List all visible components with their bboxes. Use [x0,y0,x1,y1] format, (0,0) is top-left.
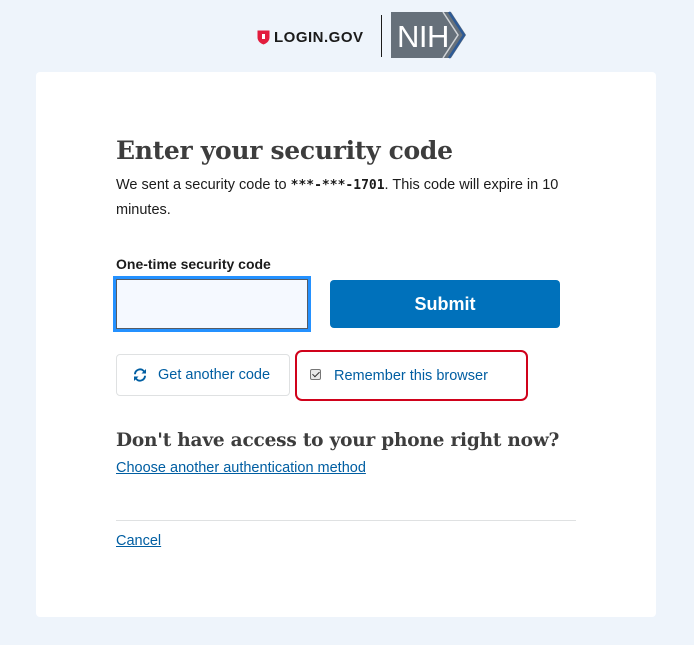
page-header: LOGIN.GOV NIH [0,0,694,72]
intro-prefix: We sent a security code to [116,177,291,193]
cancel-link[interactable]: Cancel [116,533,161,549]
refresh-icon [134,368,146,382]
masked-phone-number: ***-***-1701 [290,178,385,193]
get-another-code-button[interactable]: Get another code [116,354,290,396]
code-field-label: One-time security code [116,256,271,272]
login-gov-logo[interactable]: LOGIN.GOV [257,28,364,46]
section-divider [116,520,576,521]
nih-logo: NIH [391,11,466,59]
security-code-card: Enter your security code We sent a secur… [36,72,656,617]
remember-browser-checkbox[interactable] [310,369,321,380]
remember-browser-label[interactable]: Remember this browser [334,368,488,384]
no-phone-access-heading: Don't have access to your phone right no… [116,430,560,451]
nih-logo-text: NIH [397,19,449,54]
shield-icon [257,30,270,44]
security-code-input[interactable] [113,276,311,332]
intro-text: We sent a security code to ***-***-1701.… [116,173,576,223]
logo-divider [381,15,382,57]
choose-another-method-link[interactable]: Choose another authentication method [116,460,366,476]
login-gov-logo-text: LOGIN.GOV [274,28,364,46]
remember-browser-option[interactable]: Remember this browser [295,350,528,401]
submit-button[interactable]: Submit [330,280,560,328]
page-title: Enter your security code [116,136,453,165]
get-another-code-label: Get another code [158,367,271,383]
